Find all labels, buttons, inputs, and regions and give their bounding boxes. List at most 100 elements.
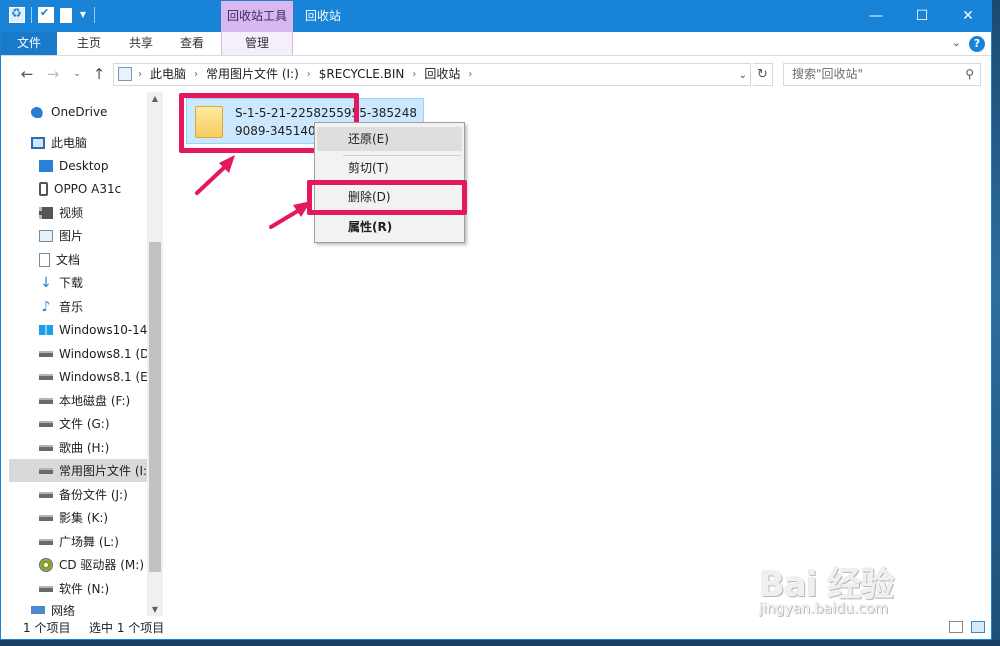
nav-item-phone[interactable]: OPPO A31c — [39, 177, 185, 200]
nav-item-drive-d[interactable]: Windows8.1 (D — [39, 342, 185, 365]
forward-button[interactable]: → — [43, 65, 63, 83]
drive-icon — [39, 444, 53, 451]
recycle-bin-icon — [118, 67, 132, 81]
breadcrumb-recycle-bin[interactable]: 回收站 — [418, 64, 466, 85]
watermark-url: jingyan.baidu.com — [759, 601, 889, 617]
tab-share[interactable]: 共享 — [119, 32, 163, 55]
breadcrumb-recycle-bin-folder[interactable]: $RECYCLE.BIN — [313, 64, 411, 85]
drive-icon — [39, 538, 53, 545]
nav-item-drive-i[interactable]: 常用图片文件 (I: — [9, 459, 147, 482]
nav-item-documents[interactable]: 文档 — [39, 248, 185, 271]
menu-item-properties[interactable]: 属性(R) — [317, 215, 462, 239]
search-placeholder: 搜索"回收站" — [792, 67, 864, 81]
drive-icon — [39, 491, 53, 498]
drive-icon — [39, 397, 53, 404]
breadcrumb-this-pc[interactable]: 此电脑 — [144, 64, 192, 85]
tab-home[interactable]: 主页 — [65, 32, 113, 55]
up-button[interactable]: ↑ — [89, 65, 109, 83]
nav-item-downloads[interactable]: ↓ 下载 — [39, 271, 185, 294]
drive-icon — [39, 467, 53, 474]
toolbar-divider — [94, 7, 95, 23]
nav-item-drive-g[interactable]: 文件 (G:) — [39, 412, 185, 435]
menu-item-cut[interactable]: 剪切(T) — [317, 156, 462, 180]
chevron-down-icon[interactable]: ⌄ — [952, 36, 961, 49]
cd-drive-icon — [39, 557, 53, 572]
breadcrumb-separator[interactable]: › — [192, 64, 200, 85]
recent-locations-button[interactable]: ⌄ — [67, 69, 87, 79]
nav-item-label: Windows10-14 — [59, 322, 148, 337]
nav-item-drive-e[interactable]: Windows8.1 (E — [39, 365, 185, 388]
nav-item-drive-c[interactable]: Windows10-14 — [39, 318, 185, 341]
nav-item-pictures[interactable]: 图片 — [39, 224, 185, 247]
quick-access-toolbar: ▼ — [9, 6, 95, 23]
nav-item-label: 音乐 — [59, 300, 84, 314]
nav-item-drive-h[interactable]: 歌曲 (H:) — [39, 436, 185, 459]
nav-item-label: OPPO A31c — [54, 181, 122, 196]
address-bar[interactable]: › 此电脑 › 常用图片文件 (I:) › $RECYCLE.BIN › 回收站… — [113, 63, 751, 86]
drive-icon — [39, 585, 53, 592]
close-button[interactable]: ✕ — [945, 1, 991, 32]
phone-icon — [39, 181, 48, 196]
breadcrumb-separator[interactable]: › — [410, 64, 418, 85]
nav-item-label: 图片 — [59, 229, 84, 243]
music-icon: ♪ — [41, 298, 51, 315]
nav-item-label: 下载 — [59, 276, 84, 290]
annotation-arrow-icon — [269, 201, 311, 229]
nav-pane-scrollbar[interactable]: ▲ ▼ — [147, 92, 163, 616]
breadcrumb-separator[interactable]: › — [466, 64, 474, 85]
minimize-button[interactable]: — — [853, 1, 899, 32]
tab-view[interactable]: 查看 — [170, 32, 214, 55]
nav-item-label: CD 驱动器 (M:) — [59, 558, 145, 572]
nav-item-label: Windows8.1 (E — [59, 369, 148, 384]
nav-item-drive-j[interactable]: 备份文件 (J:) — [39, 483, 185, 506]
breadcrumb-drive-i[interactable]: 常用图片文件 (I:) — [200, 64, 305, 85]
documents-icon — [39, 252, 50, 267]
large-icons-view-icon[interactable] — [971, 621, 985, 633]
annotation-arrow-icon — [195, 155, 235, 195]
nav-item-desktop[interactable]: Desktop — [39, 154, 185, 177]
nav-item-label: 文档 — [56, 253, 81, 267]
item-count: 1 个项目 — [23, 621, 71, 635]
scroll-up-icon[interactable]: ▲ — [147, 94, 163, 103]
nav-item-drive-k[interactable]: 影集 (K:) — [39, 506, 185, 529]
desktop-background — [992, 0, 1000, 646]
new-folder-icon[interactable] — [60, 7, 72, 23]
nav-item-music[interactable]: ♪ 音乐 — [39, 295, 185, 318]
address-history-dropdown[interactable]: ⌄ — [739, 65, 747, 86]
breadcrumb-separator[interactable]: › — [305, 64, 313, 85]
menu-item-restore[interactable]: 还原(E) — [317, 127, 462, 151]
drive-icon — [39, 514, 53, 521]
pictures-icon — [39, 229, 53, 242]
tab-file[interactable]: 文件 — [1, 32, 57, 55]
nav-item-label: 本地磁盘 (F:) — [59, 394, 131, 408]
properties-icon[interactable] — [38, 6, 54, 23]
search-input[interactable]: 搜索"回收站" ⚲ — [783, 63, 981, 86]
video-icon — [39, 206, 53, 219]
customize-toolbar-icon[interactable]: ▼ — [78, 7, 88, 23]
search-icon[interactable]: ⚲ — [965, 67, 974, 81]
drive-icon — [39, 373, 53, 380]
network-icon — [31, 606, 45, 614]
help-icon[interactable]: ? — [969, 36, 985, 52]
back-button[interactable]: ← — [17, 65, 37, 83]
nav-item-drive-n[interactable]: 软件 (N:) — [39, 577, 185, 600]
nav-item-label: Windows8.1 (D — [59, 346, 150, 361]
nav-item-label: 歌曲 (H:) — [59, 441, 110, 455]
nav-item-videos[interactable]: 视频 — [39, 201, 185, 224]
desktop-icon — [39, 159, 53, 172]
maximize-button[interactable]: ☐ — [899, 1, 945, 32]
scroll-down-icon[interactable]: ▼ — [147, 605, 163, 614]
nav-item-drive-f[interactable]: 本地磁盘 (F:) — [39, 389, 185, 412]
recycle-bin-icon — [9, 6, 25, 23]
tab-manage[interactable]: 管理 — [221, 32, 293, 55]
refresh-button[interactable]: ↻ — [753, 63, 773, 86]
navigation-pane: OneDrive 此电脑 Desktop OPPO A31c 视频 图片 文档 … — [1, 92, 163, 616]
nav-item-drive-m[interactable]: CD 驱动器 (M:) — [39, 553, 185, 576]
onedrive-icon — [31, 105, 45, 118]
nav-item-label: 常用图片文件 (I: — [59, 464, 147, 478]
breadcrumb-separator[interactable]: › — [136, 64, 144, 85]
scrollbar-thumb[interactable] — [149, 242, 161, 572]
breadcrumb: › 此电脑 › 常用图片文件 (I:) › $RECYCLE.BIN › 回收站… — [136, 64, 474, 85]
nav-item-label: 影集 (K:) — [59, 511, 109, 525]
nav-item-drive-l[interactable]: 广场舞 (L:) — [39, 530, 185, 553]
